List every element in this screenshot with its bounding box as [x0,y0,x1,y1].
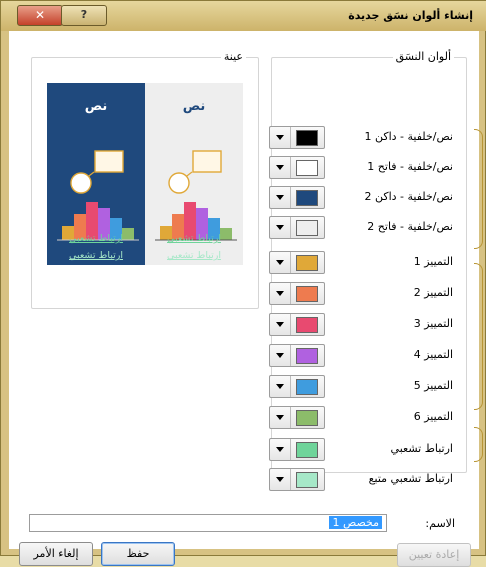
create-theme-colors-dialog: ✕ ? إنشاء ألوان نسَق جديدة ألوان النسَق … [0,0,486,567]
sample-legend: عينة [220,50,246,63]
theme-color-picker[interactable] [269,216,325,239]
name-label: الاسم: [425,517,455,530]
theme-color-label: التمييز 2 [413,286,453,299]
theme-color-picker[interactable] [269,468,325,491]
color-swatch [296,130,318,146]
chevron-down-icon [270,407,291,428]
theme-color-picker[interactable] [269,313,325,336]
text-background-brace [474,129,483,249]
hyperlink-brace [474,427,483,462]
theme-color-picker[interactable] [269,344,325,367]
name-input[interactable]: مخصص 1 [29,514,387,532]
light-sample-title: نص [182,99,206,114]
reset-button[interactable]: إعادة تعيين [397,543,471,567]
theme-color-picker[interactable] [269,251,325,274]
color-swatch [296,317,318,333]
title-bar: ✕ ? إنشاء ألوان نسَق جديدة [1,1,486,31]
theme-color-picker[interactable] [269,126,325,149]
dialog-title: إنشاء ألوان نسَق جديدة [348,9,473,22]
theme-color-picker[interactable] [269,438,325,461]
dark-sample-followed-link: ارتباط تشعبي [69,250,123,261]
chevron-down-icon [270,157,291,178]
dark-sample-text: نص ارتباط تشعبي ارتباط تشعبي [47,83,145,271]
light-sample-text: نص ارتباط تشعبي ارتباط تشعبي [145,83,243,271]
dark-sample-link: ارتباط تشعبي [69,233,123,244]
theme-color-label: نص/خلفية - داكن 1 [364,130,454,143]
theme-color-picker[interactable] [269,406,325,429]
theme-color-label: نص/خلفية - فاتح 2 [367,220,453,233]
theme-color-picker[interactable] [269,282,325,305]
dialog-body: ألوان النسَق نص/خلفية - داكن 1 نص/خلفية -… [9,31,483,567]
theme-color-label: التمييز 6 [413,410,453,423]
chevron-down-icon [270,127,291,148]
chevron-down-icon [270,217,291,238]
color-swatch [296,286,318,302]
color-swatch [296,160,318,176]
chevron-down-icon [270,187,291,208]
theme-color-picker[interactable] [269,186,325,209]
color-swatch [296,442,318,458]
color-swatch [296,379,318,395]
color-swatch [296,220,318,236]
theme-color-label: التمييز 4 [413,348,453,361]
chevron-down-icon [270,469,291,490]
help-icon[interactable]: ? [61,5,107,26]
theme-color-label: ارتباط تشعبي متبع [368,472,453,485]
color-swatch [296,190,318,206]
theme-color-label: التمييز 1 [413,255,453,268]
cancel-button[interactable]: إلغاء الأمر [19,542,93,566]
accent-brace [474,263,483,410]
chevron-down-icon [270,439,291,460]
chevron-down-icon [270,376,291,397]
light-sample-followed-link: ارتباط تشعبي [167,250,221,261]
theme-color-label: نص/خلفية - فاتح 1 [367,160,453,173]
chevron-down-icon [270,283,291,304]
theme-color-picker[interactable] [269,375,325,398]
theme-color-picker[interactable] [269,156,325,179]
color-swatch [296,472,318,488]
theme-color-label: التمييز 3 [413,317,453,330]
color-swatch [296,348,318,364]
theme-color-label: التمييز 5 [413,379,453,392]
chevron-down-icon [270,345,291,366]
close-icon[interactable]: ✕ [17,5,63,26]
theme-colors-legend: ألوان النسَق [392,50,454,63]
dark-sample-title: نص [84,99,108,114]
save-button[interactable]: حفظ [101,542,175,566]
color-swatch [296,410,318,426]
theme-color-label: نص/خلفية - داكن 2 [364,190,454,203]
color-swatch [296,255,318,271]
light-sample-link: ارتباط تشعبي [167,233,221,244]
name-input-value: مخصص 1 [329,516,382,529]
chevron-down-icon [270,252,291,273]
theme-color-label: ارتباط تشعبي [390,442,453,455]
chevron-down-icon [270,314,291,335]
